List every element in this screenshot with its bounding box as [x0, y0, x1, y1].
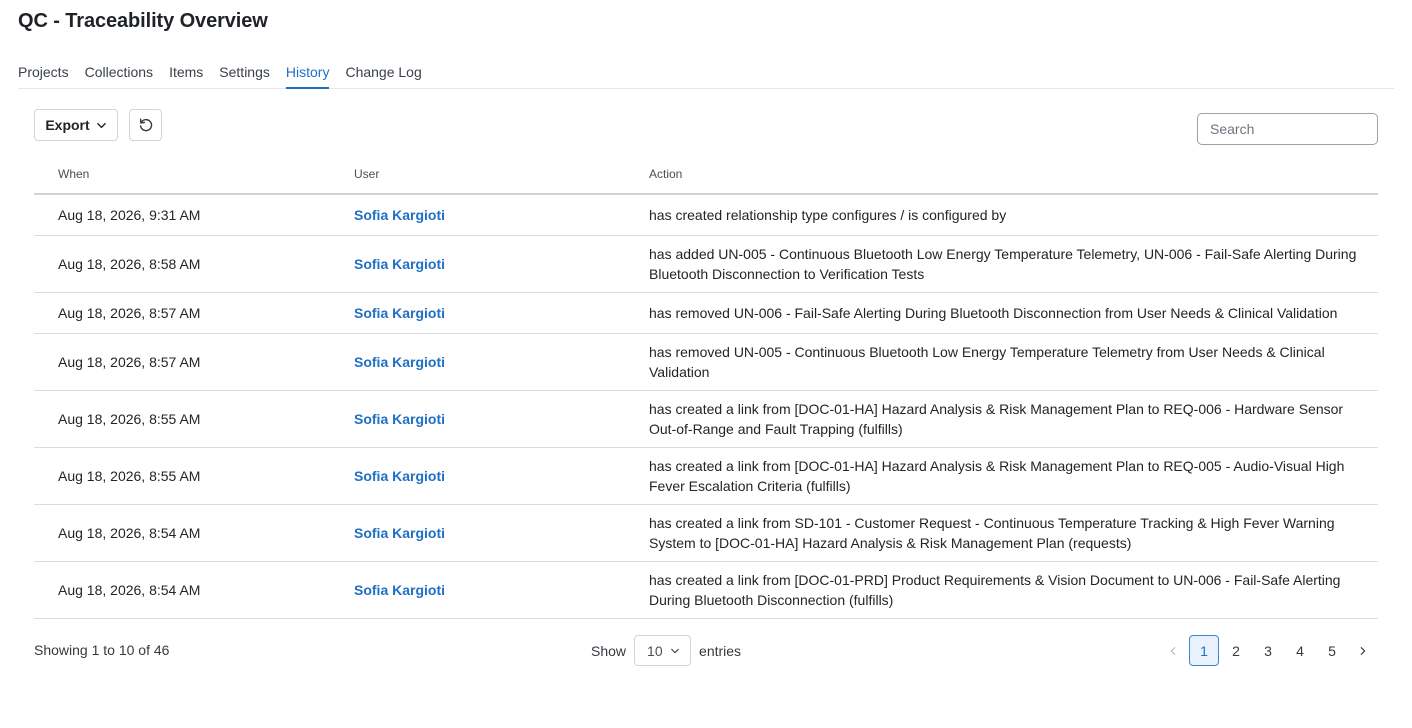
page-button-4[interactable]: 4: [1284, 635, 1316, 666]
cell-when: Aug 18, 2026, 8:57 AM: [34, 292, 354, 334]
table-row: Aug 18, 2026, 8:54 AM Sofia Kargioti has…: [34, 504, 1378, 562]
cell-when: Aug 18, 2026, 8:57 AM: [34, 333, 354, 391]
chevron-left-icon: [1170, 646, 1176, 655]
tab-history[interactable]: History: [285, 56, 330, 89]
export-button[interactable]: Export: [34, 109, 118, 141]
table-row: Aug 18, 2026, 8:55 AM Sofia Kargioti has…: [34, 447, 1378, 505]
column-header-when[interactable]: When: [34, 155, 354, 195]
table-row: Aug 18, 2026, 9:31 AM Sofia Kargioti has…: [34, 194, 1378, 236]
user-link[interactable]: Sofia Kargioti: [354, 256, 445, 272]
cell-when: Aug 18, 2026, 9:31 AM: [34, 194, 354, 236]
user-link[interactable]: Sofia Kargioti: [354, 468, 445, 484]
table-row: Aug 18, 2026, 8:57 AM Sofia Kargioti has…: [34, 292, 1378, 334]
tab-change-log[interactable]: Change Log: [345, 56, 421, 89]
cell-when: Aug 18, 2026, 8:55 AM: [34, 447, 354, 505]
chevron-right-icon: [1360, 646, 1366, 655]
page-title: QC - Traceability Overview: [18, 10, 268, 32]
page-size-select[interactable]: 10: [634, 635, 692, 666]
column-header-action[interactable]: Action: [649, 155, 1378, 195]
pagination: 1 2 3 4 5: [1158, 635, 1378, 666]
pagination-info: Showing 1 to 10 of 46: [34, 642, 170, 658]
refresh-icon: [139, 118, 152, 132]
cell-when: Aug 18, 2026, 8:54 AM: [34, 504, 354, 562]
table-row: Aug 18, 2026, 8:54 AM Sofia Kargioti has…: [34, 561, 1378, 619]
page-size-value: 10: [647, 642, 663, 659]
cell-when: Aug 18, 2026, 8:54 AM: [34, 561, 354, 619]
cell-action: has added UN-005 - Continuous Bluetooth …: [649, 235, 1378, 293]
chevron-down-icon: [671, 648, 679, 653]
page-button-2[interactable]: 2: [1220, 635, 1252, 666]
next-page-button[interactable]: [1348, 635, 1378, 666]
refresh-button[interactable]: [129, 109, 162, 141]
user-link[interactable]: Sofia Kargioti: [354, 525, 445, 541]
tab-projects[interactable]: Projects: [18, 56, 69, 89]
cell-action: has created a link from [DOC-01-PRD] Pro…: [649, 561, 1378, 619]
tab-bar: Projects Collections Items Settings Hist…: [18, 56, 1394, 89]
previous-page-button[interactable]: [1158, 635, 1188, 666]
export-label: Export: [45, 117, 90, 133]
column-header-user[interactable]: User: [354, 155, 649, 195]
tab-collections[interactable]: Collections: [85, 56, 153, 89]
tab-items[interactable]: Items: [169, 56, 203, 89]
chevron-down-icon: [96, 122, 106, 128]
tab-settings[interactable]: Settings: [219, 56, 270, 89]
user-link[interactable]: Sofia Kargioti: [354, 354, 445, 370]
cell-action: has removed UN-005 - Continuous Bluetoot…: [649, 333, 1378, 391]
table-row: Aug 18, 2026, 8:55 AM Sofia Kargioti has…: [34, 390, 1378, 448]
cell-action: has removed UN-006 - Fail-Safe Alerting …: [649, 292, 1378, 334]
table-row: Aug 18, 2026, 8:58 AM Sofia Kargioti has…: [34, 235, 1378, 293]
table-row: Aug 18, 2026, 8:57 AM Sofia Kargioti has…: [34, 333, 1378, 391]
entries-label: entries: [699, 642, 742, 659]
show-label: Show: [591, 642, 627, 659]
cell-action: has created relationship type configures…: [649, 194, 1378, 236]
cell-action: has created a link from [DOC-01-HA] Haza…: [649, 447, 1378, 505]
cell-action: has created a link from [DOC-01-HA] Haza…: [649, 390, 1378, 448]
page-size-control: Show 10 entries: [591, 635, 741, 666]
page-button-3[interactable]: 3: [1252, 635, 1284, 666]
history-table: When User Action Aug 18, 2026, 9:31 AM S…: [34, 155, 1378, 619]
cell-when: Aug 18, 2026, 8:55 AM: [34, 390, 354, 448]
page-button-1[interactable]: 1: [1189, 635, 1219, 666]
cell-action: has created a link from SD-101 - Custome…: [649, 504, 1378, 562]
page-button-5[interactable]: 5: [1316, 635, 1348, 666]
cell-when: Aug 18, 2026, 8:58 AM: [34, 235, 354, 293]
user-link[interactable]: Sofia Kargioti: [354, 305, 445, 321]
search-input[interactable]: [1197, 113, 1378, 145]
user-link[interactable]: Sofia Kargioti: [354, 411, 445, 427]
table-header-row: When User Action: [34, 155, 1378, 195]
user-link[interactable]: Sofia Kargioti: [354, 582, 445, 598]
user-link[interactable]: Sofia Kargioti: [354, 207, 445, 223]
